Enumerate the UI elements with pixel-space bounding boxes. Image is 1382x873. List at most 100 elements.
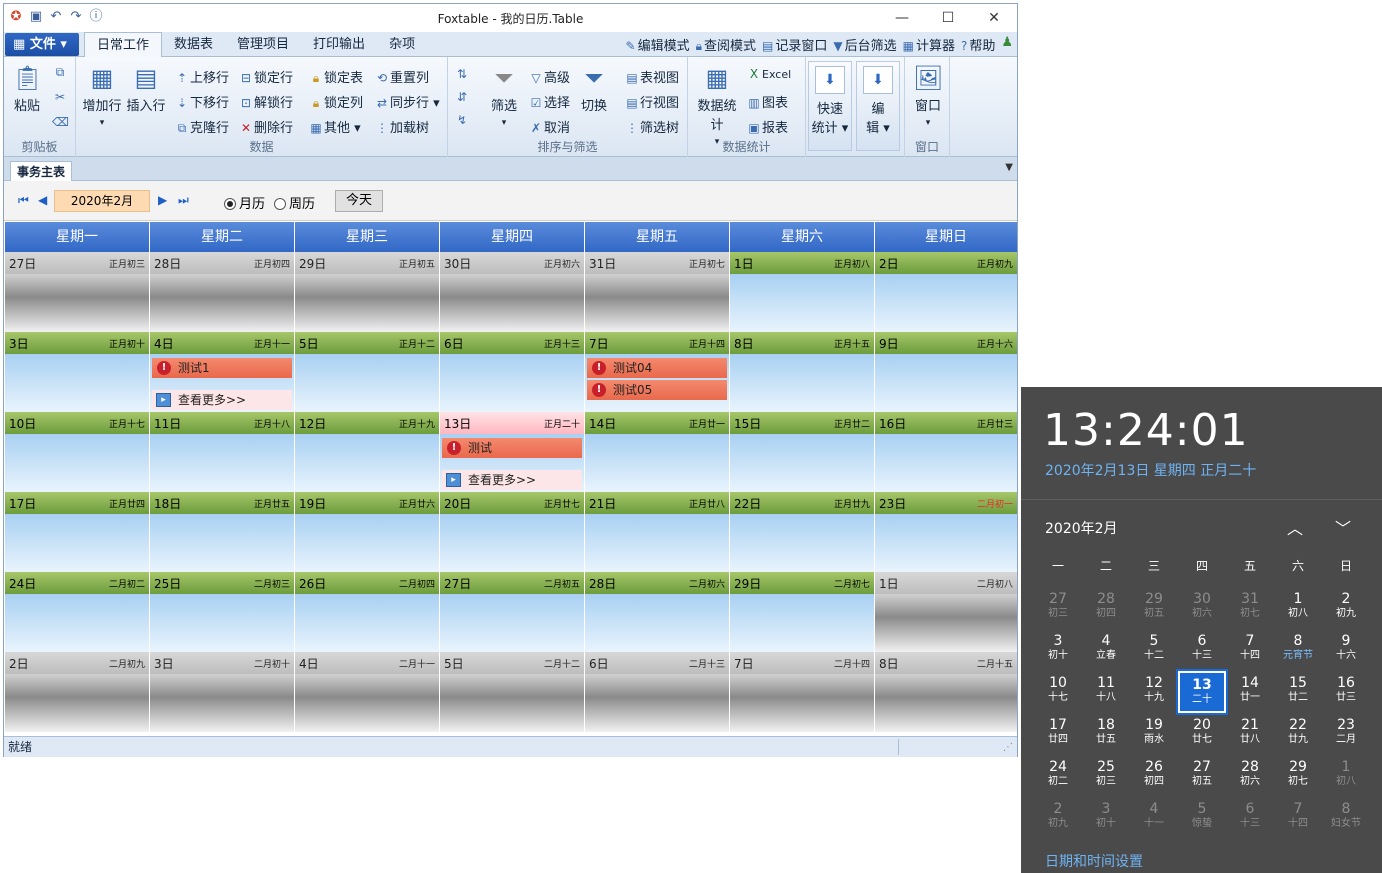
long-date-link[interactable]: 2020年2月13日 星期四 正月二十 bbox=[1045, 460, 1256, 480]
flyout-date-cell[interactable]: 17 廿四 bbox=[1034, 713, 1082, 755]
flyout-date-cell[interactable]: 16 廿三 bbox=[1322, 671, 1370, 713]
edit-button[interactable]: ⬇ 编 辑 ▾ bbox=[856, 61, 900, 151]
excel-button[interactable]: X Excel bbox=[746, 67, 791, 82]
flyout-month-title[interactable]: 2020年2月 bbox=[1045, 518, 1118, 538]
load-tree-button[interactable]: ⋮ 加载树 bbox=[374, 117, 429, 136]
doc-tab-main[interactable]: 事务主表 bbox=[10, 161, 73, 181]
flyout-date-cell[interactable]: 24 初二 bbox=[1034, 755, 1082, 797]
calendar-day-cell[interactable]: 8日 二月十五 bbox=[875, 652, 1017, 732]
flyout-date-cell[interactable]: 4 十一 bbox=[1130, 797, 1178, 839]
move-up-button[interactable]: ⇡ 上移行 bbox=[174, 67, 229, 86]
view-mode-link[interactable]: 🔒︎ 查阅模式 bbox=[696, 35, 756, 54]
calendar-day-cell[interactable]: 1日 二月初八 bbox=[875, 572, 1017, 652]
calendar-day-cell[interactable]: 27日 正月初三 bbox=[5, 252, 150, 332]
prev-page-icon[interactable]: ◀ bbox=[38, 193, 47, 207]
flyout-date-cell[interactable]: 29 初七 bbox=[1274, 755, 1322, 797]
month-display[interactable]: 2020年2月 bbox=[54, 190, 150, 212]
sort-asc-button[interactable]: ⇅ bbox=[454, 67, 470, 82]
calendar-day-cell[interactable]: 28日 正月初四 bbox=[150, 252, 295, 332]
calendar-day-cell[interactable]: 31日 正月初七 bbox=[585, 252, 730, 332]
lock-row-button[interactable]: ⊟ 锁定行 bbox=[238, 67, 293, 86]
advanced-filter-button[interactable]: ▽ 高级 bbox=[528, 67, 570, 86]
flyout-date-cell[interactable]: 2 初九 bbox=[1034, 797, 1082, 839]
calendar-day-cell[interactable]: 4日 正月十一! 测试1 ▸ 查看更多>> bbox=[150, 332, 295, 412]
calendar-day-cell[interactable]: 17日 正月廿四 bbox=[5, 492, 150, 572]
flyout-date-cell[interactable]: 19 雨水 bbox=[1130, 713, 1178, 755]
flyout-date-cell[interactable]: 10 十七 bbox=[1034, 671, 1082, 713]
flyout-date-cell[interactable]: 27 初五 bbox=[1178, 755, 1226, 797]
file-menu-button[interactable]: ▦ 文件 ▾ bbox=[5, 33, 79, 56]
flyout-date-cell[interactable]: 3 初十 bbox=[1082, 797, 1130, 839]
calendar-day-cell[interactable]: 16日 正月廿三 bbox=[875, 412, 1017, 492]
flyout-date-cell[interactable]: 6 十三 bbox=[1178, 629, 1226, 671]
insert-row-button[interactable]: ▤ 插入行 bbox=[126, 63, 166, 114]
next-page-icon[interactable]: ▶ bbox=[158, 193, 167, 207]
tab-print-output[interactable]: 打印输出 bbox=[301, 32, 377, 57]
calendar-day-cell[interactable]: 22日 正月廿九 bbox=[730, 492, 875, 572]
calendar-day-cell[interactable]: 14日 正月廿一 bbox=[585, 412, 730, 492]
calculator-link[interactable]: ▦ 计算器 bbox=[903, 35, 955, 54]
flyout-date-cell[interactable]: 22 廿九 bbox=[1274, 713, 1322, 755]
calendar-day-cell[interactable]: 15日 正月廿二 bbox=[730, 412, 875, 492]
week-view-radio[interactable]: 周历 bbox=[274, 193, 315, 212]
calendar-day-cell[interactable]: 21日 正月廿八 bbox=[585, 492, 730, 572]
paste-button[interactable]: 📋︎ 粘贴 bbox=[10, 63, 44, 114]
cancel-filter-button[interactable]: ✗ 取消 bbox=[528, 117, 570, 136]
flyout-date-cell[interactable]: 6 十三 bbox=[1226, 797, 1274, 839]
flyout-date-cell[interactable]: 7 十四 bbox=[1226, 629, 1274, 671]
calendar-day-cell[interactable]: 6日 正月十三 bbox=[440, 332, 585, 412]
minimize-button[interactable]: — bbox=[879, 4, 925, 32]
lock-col-button[interactable]: 🔒︎ 锁定列 bbox=[308, 92, 363, 111]
flyout-date-cell[interactable]: 20 廿七 bbox=[1178, 713, 1226, 755]
calendar-day-cell[interactable]: 13日 正月二十! 测试 ▸ 查看更多>> bbox=[440, 412, 585, 492]
tab-misc[interactable]: 杂项 bbox=[377, 32, 427, 57]
cut-button[interactable]: ✂ bbox=[52, 90, 68, 105]
view-more-link[interactable]: ▸ 查看更多>> bbox=[442, 470, 582, 490]
sort-desc-button[interactable]: ⇵ bbox=[454, 90, 470, 105]
calendar-day-cell[interactable]: 30日 正月初六 bbox=[440, 252, 585, 332]
reset-col-button[interactable]: ⟲ 重置列 bbox=[374, 67, 429, 86]
move-down-button[interactable]: ⇣ 下移行 bbox=[174, 92, 229, 111]
flyout-date-cell[interactable]: 29 初五 bbox=[1130, 587, 1178, 629]
flyout-date-cell[interactable]: 12 十九 bbox=[1130, 671, 1178, 713]
row-view-button[interactable]: ▤ 行视图 bbox=[624, 92, 679, 111]
help-link[interactable]: ? 帮助 bbox=[961, 35, 995, 54]
flyout-date-cell[interactable]: 11 十八 bbox=[1082, 671, 1130, 713]
delete-row-button[interactable]: ✕ 删除行 bbox=[238, 117, 293, 136]
format-painter-button[interactable]: ⌫ bbox=[52, 115, 69, 130]
calendar-day-cell[interactable]: 19日 正月廿六 bbox=[295, 492, 440, 572]
flyout-date-cell[interactable]: 25 初三 bbox=[1082, 755, 1130, 797]
flyout-date-cell[interactable]: 5 惊蛰 bbox=[1178, 797, 1226, 839]
flyout-date-cell[interactable]: 14 廿一 bbox=[1226, 671, 1274, 713]
table-view-button[interactable]: ▤ 表视图 bbox=[624, 67, 679, 86]
calendar-day-cell[interactable]: 29日 正月初五 bbox=[295, 252, 440, 332]
view-more-link[interactable]: ▸ 查看更多>> bbox=[152, 390, 292, 410]
sort-custom-button[interactable]: ↯ bbox=[454, 113, 470, 128]
flyout-date-cell[interactable]: 8 元宵节 bbox=[1274, 629, 1322, 671]
calendar-day-cell[interactable]: 18日 正月廿五 bbox=[150, 492, 295, 572]
calendar-day-cell[interactable]: 25日 二月初三 bbox=[150, 572, 295, 652]
calendar-day-cell[interactable]: 6日 二月十三 bbox=[585, 652, 730, 732]
tab-manage-project[interactable]: 管理项目 bbox=[225, 32, 301, 57]
calendar-day-cell[interactable]: 3日 正月初十 bbox=[5, 332, 150, 412]
background-filter-link[interactable]: ▼ 后台筛选 bbox=[833, 35, 896, 54]
flyout-date-cell[interactable]: 4 立春 bbox=[1082, 629, 1130, 671]
chevron-up-icon[interactable]: ︿ bbox=[1287, 515, 1303, 539]
chevron-down-icon[interactable]: ▼ bbox=[1005, 162, 1013, 173]
calendar-day-cell[interactable]: 5日 正月十二 bbox=[295, 332, 440, 412]
lock-table-button[interactable]: 🔒︎ 锁定表 bbox=[308, 67, 363, 86]
calendar-event[interactable]: ! 测试04 bbox=[587, 358, 727, 378]
quick-stats-button[interactable]: ⬇ 快速 统计 ▾ bbox=[808, 61, 852, 151]
calendar-day-cell[interactable]: 1日 正月初八 bbox=[730, 252, 875, 332]
calendar-event[interactable]: ! 测试 bbox=[442, 438, 582, 458]
window-button[interactable]: 🖼︎ 窗口 ▾ bbox=[909, 63, 947, 129]
calendar-day-cell[interactable]: 8日 正月十五 bbox=[730, 332, 875, 412]
today-button[interactable]: 今天 bbox=[335, 190, 383, 212]
calendar-day-cell[interactable]: 28日 二月初六 bbox=[585, 572, 730, 652]
unlock-row-button[interactable]: ⊡ 解锁行 bbox=[238, 92, 293, 111]
data-stats-button[interactable]: ▦ 数据统计 ▾ bbox=[692, 63, 742, 148]
flyout-date-cell[interactable]: 28 初六 bbox=[1226, 755, 1274, 797]
filter-button[interactable]: ⏷ 筛选 ▾ bbox=[486, 63, 522, 129]
clone-row-button[interactable]: ⧉ 克隆行 bbox=[174, 117, 229, 136]
calendar-day-cell[interactable]: 29日 二月初七 bbox=[730, 572, 875, 652]
